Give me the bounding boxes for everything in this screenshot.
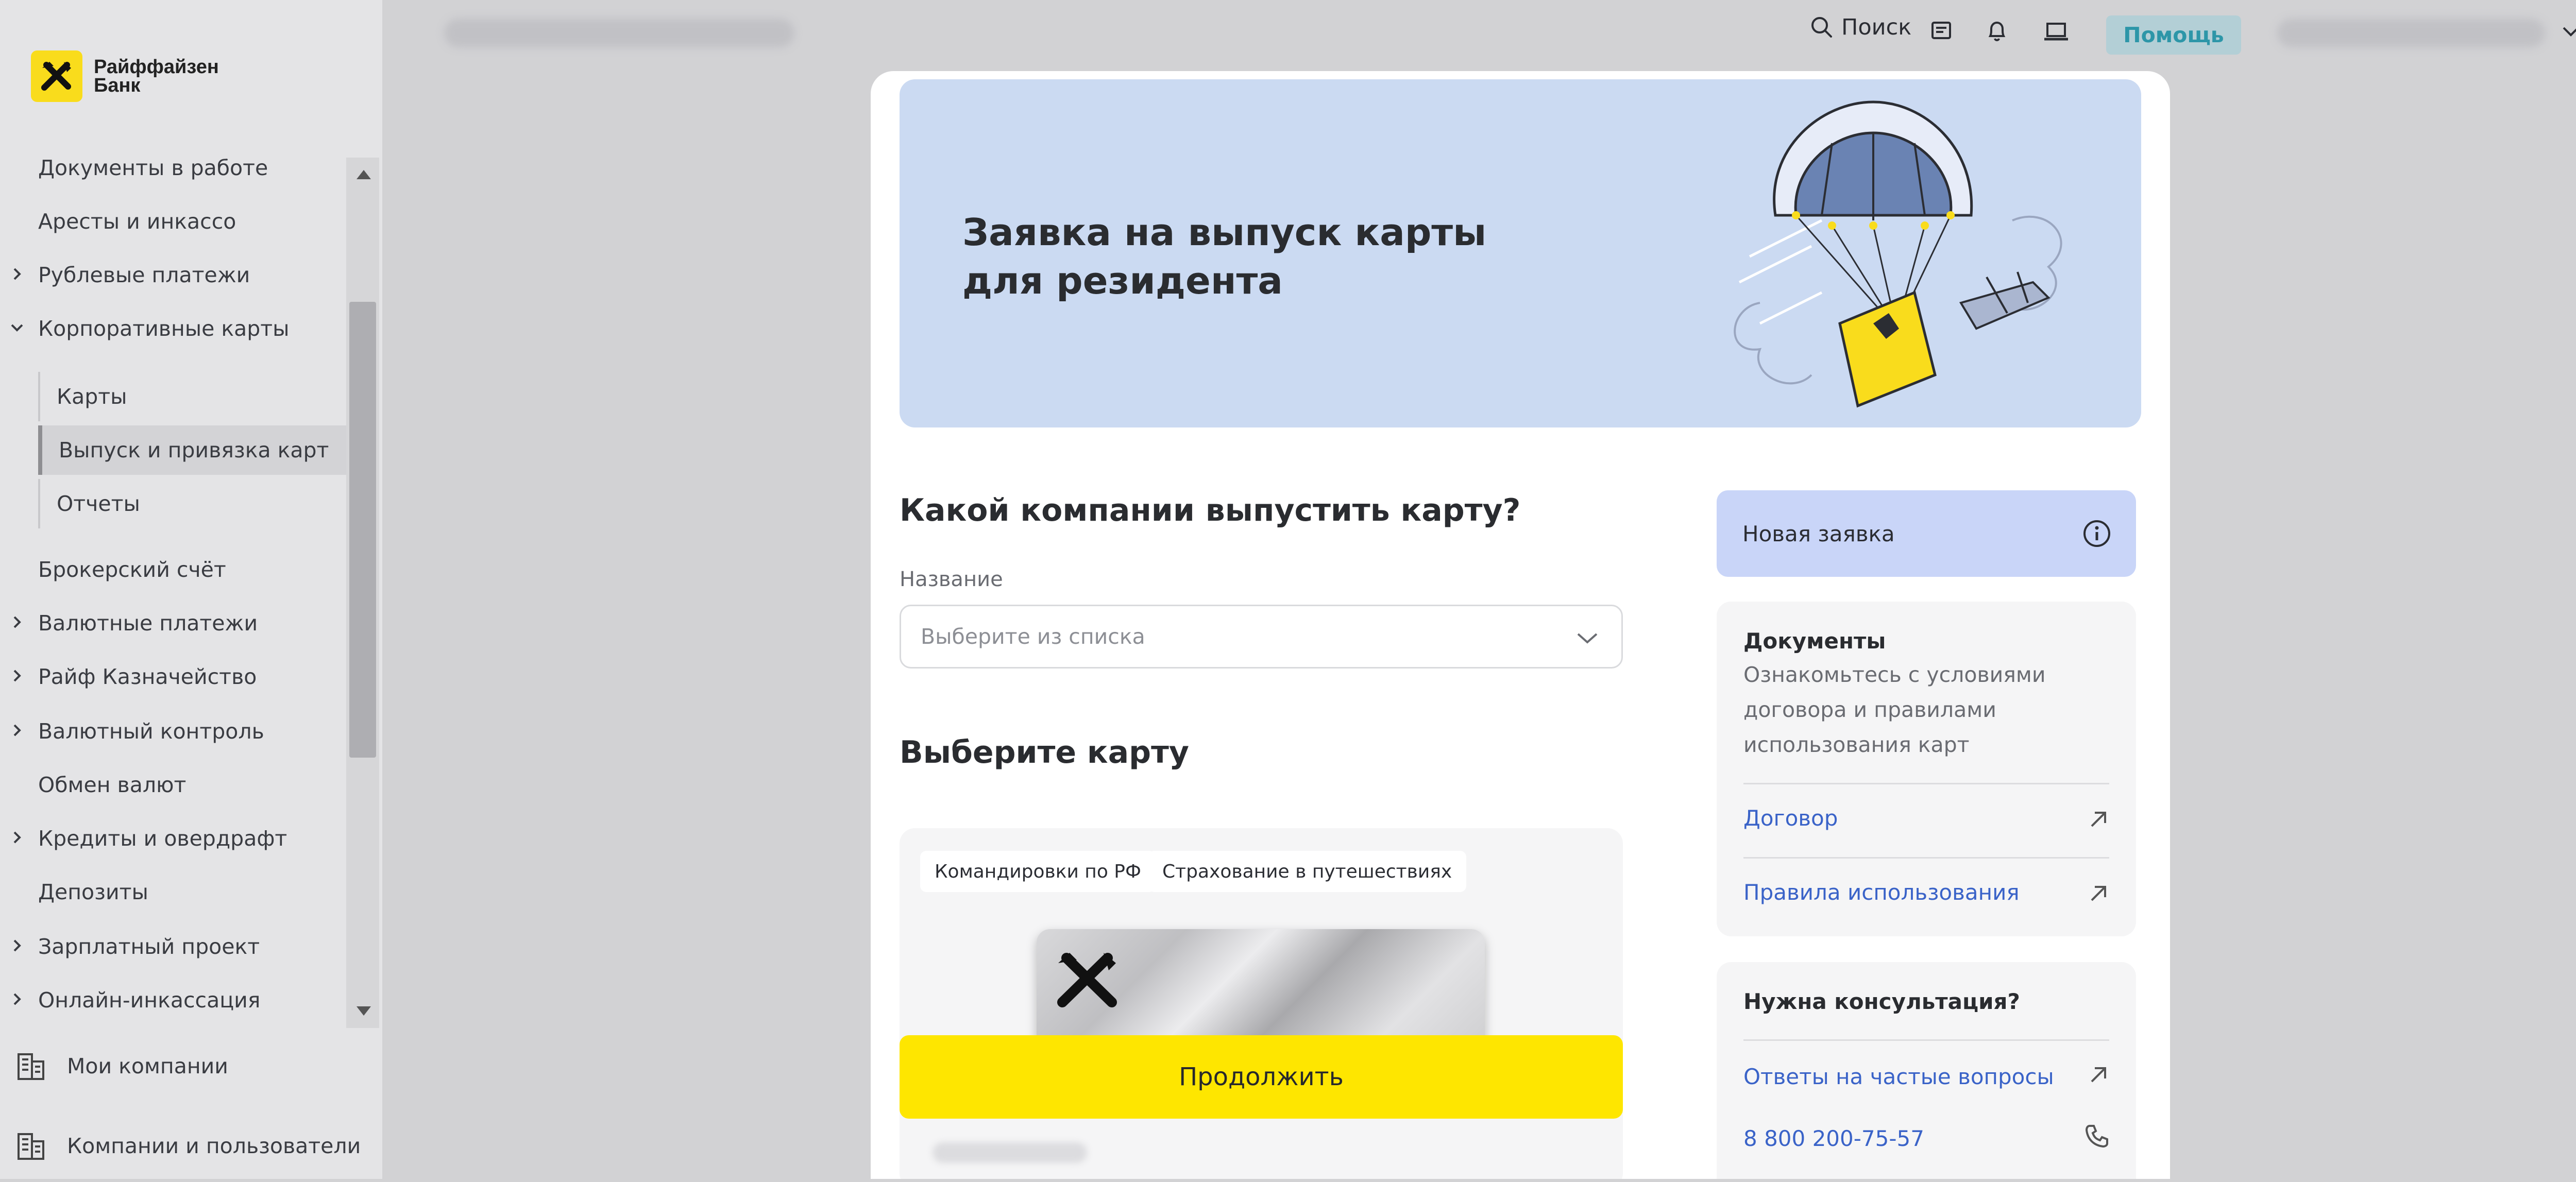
documents-description: Ознакомьтесь с условиями договора и прав… (1743, 662, 2046, 757)
sidebar-subitem-issue-cards[interactable]: Выпуск и привязка карт (38, 425, 346, 475)
phone-icon[interactable] (2083, 1123, 2110, 1150)
info-icon[interactable] (2081, 518, 2112, 549)
blurred-text (933, 1142, 1087, 1163)
sidebar-bottom-label: Компании и пользователи (67, 1134, 361, 1158)
sidebar-subitem-label: Отчеты (57, 491, 140, 516)
sidebar-subitem-label: Выпуск и привязка карт (59, 438, 329, 462)
logo-text: Райффайзен Банк (94, 56, 219, 96)
blurred-company-name (444, 19, 794, 47)
chevron-right-icon (13, 616, 21, 628)
divider (1743, 783, 2109, 784)
contract-link[interactable]: Договор (1743, 806, 1838, 831)
usage-rules-link[interactable]: Правила использования (1743, 880, 2020, 905)
chevron-down-icon[interactable] (2561, 24, 2576, 39)
raiffeisen-logo-icon (1057, 953, 1117, 1007)
bell-icon[interactable] (1985, 20, 2009, 43)
sidebar-item-online-collection[interactable]: Онлайн-инкассация (0, 975, 346, 1025)
documents-card: Документы Ознакомьтесь с условиями догов… (1717, 602, 2136, 936)
sidebar-item-brokerage[interactable]: Брокерский счёт (0, 545, 346, 594)
sidebar-item-salary[interactable]: Зарплатный проект (0, 922, 346, 971)
chevron-right-icon (13, 724, 21, 736)
documents-title: Документы (1743, 628, 1886, 654)
external-link-arrow-icon[interactable] (2087, 808, 2110, 831)
search-label: Поиск (1841, 14, 1912, 40)
continue-button[interactable]: Продолжить (900, 1035, 1623, 1119)
sidebar-item-fx-control[interactable]: Валютный контроль (0, 707, 346, 756)
building-icon (18, 1053, 44, 1080)
sidebar-item-label: Обмен валют (38, 773, 187, 797)
chevron-right-icon (13, 993, 21, 1005)
sidebar-item-rub-payments[interactable]: Рублевые платежи (0, 250, 346, 300)
sidebar-subitem-label: Карты (57, 384, 127, 409)
sidebar-item-label: Кредиты и овердрафт (38, 826, 287, 851)
scroll-down-arrow-icon[interactable] (357, 1006, 371, 1016)
laptop-icon[interactable] (2043, 20, 2069, 43)
sidebar-item-label: Брокерский счёт (38, 557, 226, 582)
sidebar-item-label: Онлайн-инкассация (38, 988, 261, 1013)
sidebar-scrollbar[interactable] (346, 158, 379, 1028)
sidebar-my-companies[interactable]: Мои компании (0, 1030, 382, 1102)
blurred-user-name (2277, 19, 2545, 47)
sidebar-subitem-reports[interactable]: Отчеты (38, 479, 346, 528)
sidebar-item-label: Валютный контроль (38, 719, 264, 744)
raiffeisen-logo-icon (31, 50, 82, 102)
sidebar-item-label: Корпоративные карты (38, 316, 290, 341)
banner-title: Заявка на выпуск карты для резидента (962, 211, 1487, 302)
name-field-label: Название (900, 568, 1003, 591)
sidebar-bottom-label: Мои компании (67, 1054, 228, 1078)
sidebar-item-treasury[interactable]: Райф Казначейство (0, 652, 346, 701)
card-heading: Выберите карту (900, 734, 1189, 770)
sidebar-item-corporate-cards[interactable]: Корпоративные карты (0, 304, 346, 353)
consultation-title: Нужна консультация? (1743, 989, 2020, 1014)
chevron-right-icon (13, 670, 21, 682)
sidebar-companies-users[interactable]: Компании и пользователи (0, 1110, 382, 1182)
parachute-card-illustration (1734, 100, 2062, 408)
chevron-right-icon (13, 831, 21, 844)
sidebar-item-deposits[interactable]: Депозиты (0, 867, 346, 917)
sidebar-item-arrests[interactable]: Аресты и инкассо (0, 197, 346, 246)
tag-travel-insurance: Страхование в путешествиях (1148, 851, 1467, 892)
banner: Заявка на выпуск карты для резидента (900, 79, 2141, 427)
sidebar-item-documents[interactable]: Документы в работе (0, 143, 346, 193)
chevron-right-icon (13, 939, 21, 952)
external-link-arrow-icon[interactable] (2087, 882, 2110, 905)
scroll-thumb[interactable] (349, 302, 376, 758)
new-request-label: Новая заявка (1742, 521, 1895, 546)
external-link-arrow-icon[interactable] (2087, 1063, 2110, 1087)
sidebar-item-label: Документы в работе (38, 156, 268, 180)
chevron-down-icon (1577, 633, 1598, 644)
sidebar-item-fx-payments[interactable]: Валютные платежи (0, 598, 346, 648)
phone-link[interactable]: 8 800 200-75-57 (1743, 1126, 1924, 1151)
company-select-placeholder: Выберите из списка (921, 624, 1145, 649)
chevron-right-icon (13, 268, 21, 280)
sidebar-item-label: Депозиты (38, 880, 148, 904)
help-button[interactable]: Помощь (2106, 15, 2241, 55)
new-request-banner: Новая заявка (1717, 490, 2136, 577)
raiffeisen-logo[interactable]: Райффайзен Банк (31, 50, 219, 102)
sidebar-item-label: Аресты и инкассо (38, 209, 236, 234)
card-option-panel[interactable]: Командировки по РФ Страхование в путешес… (900, 828, 1623, 1179)
company-select[interactable]: Выберите из списка (900, 605, 1623, 669)
sidebar-item-label: Валютные платежи (38, 611, 258, 636)
sidebar-item-fx-exchange[interactable]: Обмен валют (0, 760, 346, 810)
chat-icon[interactable] (1929, 20, 1953, 43)
building-icon (18, 1133, 44, 1160)
sidebar-item-label: Рублевые платежи (38, 263, 250, 287)
search-icon (1811, 17, 1832, 38)
divider (1743, 1039, 2109, 1041)
consultation-card: Нужна консультация? Ответы на частые воп… (1717, 962, 2136, 1179)
sidebar-item-credits[interactable]: Кредиты и овердрафт (0, 814, 346, 863)
tag-business-trips: Командировки по РФ (920, 851, 1156, 892)
scroll-up-arrow-icon[interactable] (357, 170, 371, 179)
sidebar: Райффайзен Банк Документы в работе Арест… (0, 0, 382, 1179)
divider (1743, 857, 2109, 859)
card-issue-modal: Заявка на выпуск карты для резидента Как… (871, 71, 2170, 1179)
chevron-down-icon (11, 324, 23, 332)
sidebar-subitem-cards[interactable]: Карты (38, 372, 346, 421)
search-button[interactable]: Поиск (1809, 14, 1911, 40)
sidebar-item-label: Райф Казначейство (38, 664, 257, 689)
company-heading: Какой компании выпустить карту? (900, 492, 1521, 528)
sidebar-item-label: Зарплатный проект (38, 934, 260, 959)
faq-link[interactable]: Ответы на частые вопросы (1743, 1064, 2054, 1089)
